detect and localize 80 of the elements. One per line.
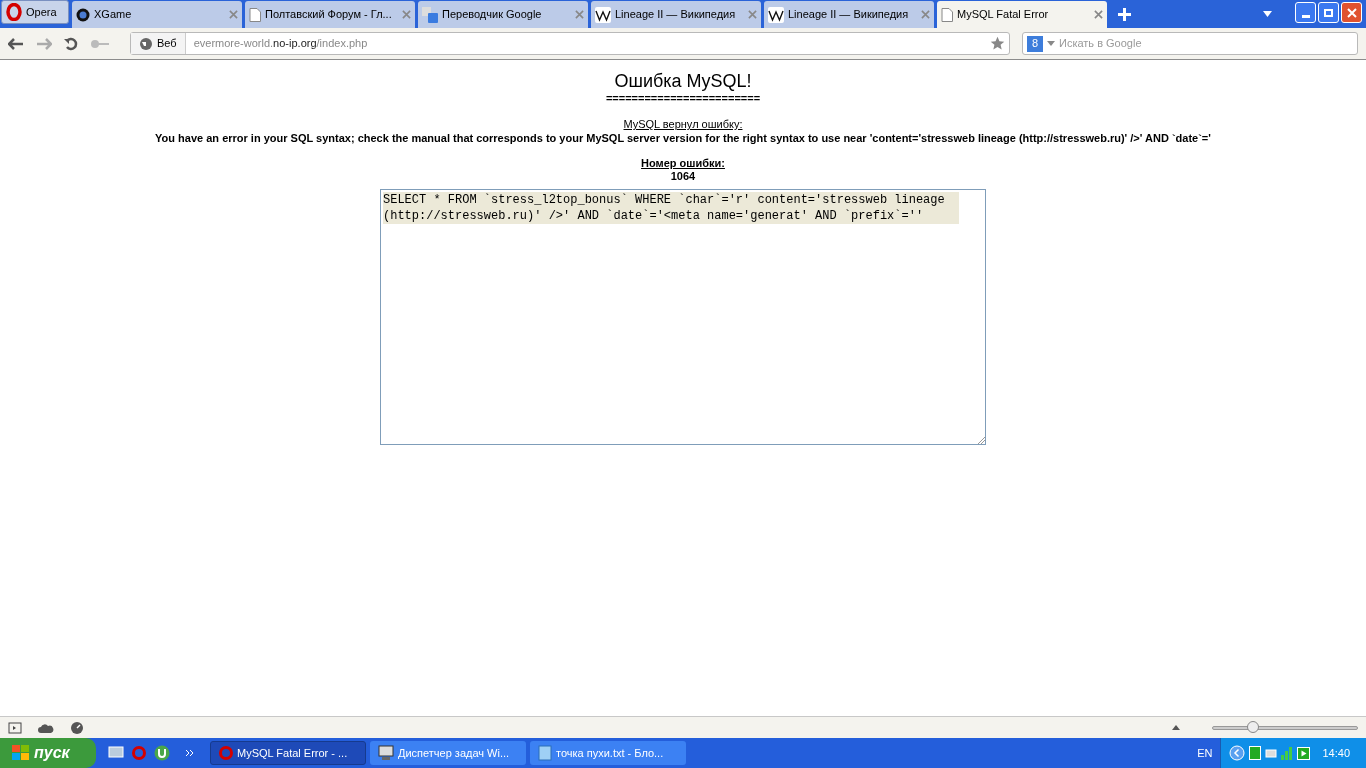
- tab-list-caret-icon[interactable]: [1263, 11, 1272, 17]
- tab-title: Lineage II — Википедия: [615, 7, 737, 23]
- query-text: SELECT * FROM `stress_l2top_bonus` WHERE `char`='r' content='stressweb lineage (http://stressweb.ru)' />' AND `date`='<meta name='generat' AND `prefix`='': [383, 192, 959, 224]
- back-icon[interactable]: [8, 37, 24, 50]
- search-field[interactable]: 8 Искать в Google: [1022, 32, 1358, 55]
- close-tab-icon[interactable]: [921, 10, 930, 19]
- tab-title: XGame: [94, 7, 133, 23]
- tab-title: Полтавский Форум - Гл...: [265, 7, 393, 23]
- close-tab-icon[interactable]: [402, 10, 411, 19]
- opera-logo-icon: [6, 3, 22, 21]
- search-engine-icon[interactable]: 8: [1027, 35, 1043, 52]
- panel-toggle-icon[interactable]: [8, 721, 22, 734]
- error-code-label: Номер ошибки:: [641, 157, 725, 170]
- browser-tab[interactable]: XGame: [72, 1, 242, 28]
- error-message: You have an error in your SQL syntax; check the manual that corresponds to your MySQL server version for the right syntax to use near 'content='stressweb lineage (http://stressweb.ru)' />' AND `date`=': [155, 131, 1211, 145]
- opera-icon: [132, 746, 146, 760]
- new-tab-icon[interactable]: [1118, 8, 1131, 21]
- speedometer-icon[interactable]: [70, 720, 84, 735]
- close-tab-icon[interactable]: [229, 10, 238, 19]
- wikipedia-icon: [595, 6, 611, 23]
- tab-title: MySQL Fatal Error: [957, 7, 1050, 23]
- close-window-button[interactable]: [1341, 2, 1362, 23]
- clock: 14:40: [1322, 745, 1350, 761]
- taskbar-button[interactable]: точка пухи.txt - Бло...: [530, 741, 686, 765]
- zoom-slider-thumb[interactable]: [1247, 720, 1260, 733]
- cloud-icon[interactable]: [38, 722, 54, 733]
- torrent-icon[interactable]: [154, 745, 170, 761]
- search-input[interactable]: Искать в Google: [1059, 35, 1353, 52]
- close-icon: [1346, 7, 1357, 18]
- browser-tab[interactable]: Lineage II — Википедия: [764, 1, 934, 28]
- globe-icon: [139, 36, 153, 51]
- error-label: MySQL вернул ошибку:: [623, 118, 743, 131]
- minimize-button[interactable]: [1295, 2, 1316, 23]
- web-badge[interactable]: Веб: [131, 33, 186, 54]
- browser-tab[interactable]: MySQL Fatal Error: [937, 1, 1107, 28]
- taskbar-button[interactable]: MySQL Fatal Error - ...: [210, 741, 366, 765]
- taskbar-label: MySQL Fatal Error - ...: [237, 745, 348, 761]
- disc-icon: [76, 7, 90, 22]
- browser-tab[interactable]: Переводчик Google: [418, 1, 588, 28]
- web-label: Веб: [157, 36, 177, 52]
- bookmark-star-icon[interactable]: [990, 36, 1005, 51]
- tab-title: Lineage II — Википедия: [788, 7, 910, 23]
- browser-tab[interactable]: Lineage II — Википедия: [591, 1, 761, 28]
- media-icon[interactable]: [1297, 746, 1311, 760]
- close-tab-icon[interactable]: [575, 10, 584, 19]
- taskbar-label: Диспетчер задач Wi...: [398, 745, 510, 761]
- forward-icon[interactable]: [36, 37, 52, 50]
- network-icon[interactable]: [1265, 747, 1278, 759]
- url-text: evermore-world.no-ip.org/index.php: [192, 36, 369, 52]
- restore-button[interactable]: [1318, 2, 1339, 23]
- engine-caret-icon[interactable]: [1047, 41, 1055, 46]
- expand-tray-icon[interactable]: [1229, 745, 1246, 761]
- zoom-caret-icon[interactable]: [1172, 725, 1180, 730]
- opera-menu-button[interactable]: Opera: [1, 0, 69, 24]
- tab-title: Переводчик Google: [442, 7, 543, 23]
- desktop-icon[interactable]: [108, 746, 124, 760]
- more-chevron-icon[interactable]: [186, 750, 194, 756]
- query-textarea[interactable]: SELECT * FROM `stress_l2top_bonus` WHERE `char`='r' content='stressweb lineage (http://stressweb.ru)' />' AND `date`='<meta name='generat' AND `prefix`='': [380, 189, 986, 445]
- close-tab-icon[interactable]: [748, 10, 757, 19]
- language-indicator[interactable]: EN: [1197, 744, 1213, 762]
- windows-logo-icon: [12, 745, 30, 761]
- browser-tab[interactable]: Полтавский Форум - Гл...: [245, 1, 415, 28]
- tray-app-icon[interactable]: [1249, 746, 1262, 760]
- start-button[interactable]: пуск: [0, 738, 96, 768]
- address-field[interactable]: Веб evermore-world.no-ip.org/index.php: [130, 32, 1010, 55]
- heading-rule: ========================: [605, 92, 761, 104]
- notepad-icon: [538, 745, 552, 761]
- opera-icon: [219, 746, 233, 760]
- reload-icon[interactable]: [64, 36, 78, 51]
- page-heading: Ошибка MySQL!: [614, 70, 752, 92]
- resize-grip-icon[interactable]: [977, 436, 985, 444]
- translate-icon: [422, 6, 438, 23]
- taskbar-label: точка пухи.txt - Бло...: [556, 745, 664, 761]
- monitor-icon: [378, 745, 394, 761]
- wikipedia-icon: [768, 6, 784, 23]
- page-icon: [249, 7, 261, 22]
- taskbar-button[interactable]: Диспетчер задач Wi...: [370, 741, 526, 765]
- close-tab-icon[interactable]: [1094, 10, 1103, 19]
- error-code: 1064: [670, 170, 696, 183]
- page-icon: [941, 7, 953, 22]
